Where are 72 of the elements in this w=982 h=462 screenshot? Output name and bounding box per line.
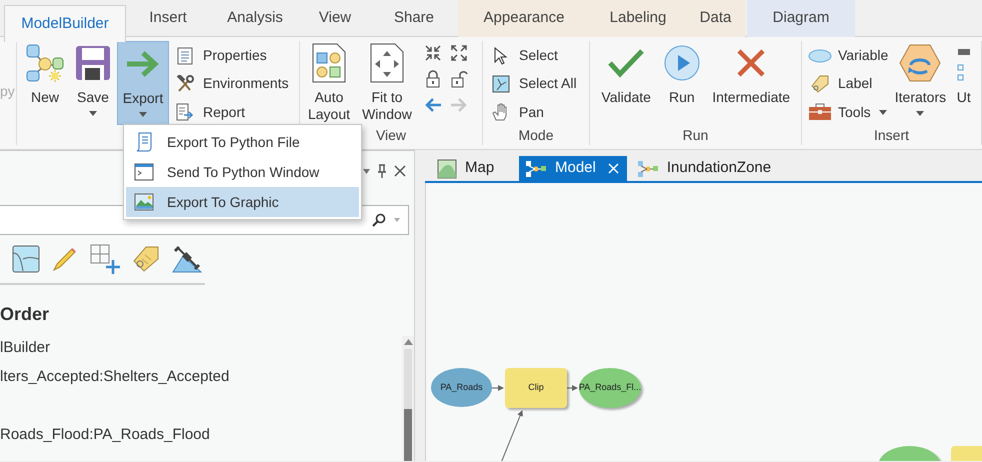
ribbon-tab[interactable]: Insert <box>126 0 210 37</box>
map-icon <box>437 158 457 178</box>
map-polygon-icon[interactable] <box>12 245 40 273</box>
console-window-icon <box>134 163 154 181</box>
ribbon-button[interactable]: Auto Layout <box>304 41 354 125</box>
group-label: View <box>376 126 406 144</box>
pencil-icon[interactable] <box>52 246 78 272</box>
ribbon-button[interactable]: Ut <box>950 41 977 125</box>
ribbon-button[interactable]: Report <box>173 100 289 125</box>
tag-icon[interactable] <box>132 245 160 273</box>
ribbon-button[interactable]: Fit to Window <box>356 41 418 125</box>
group-label: Insert <box>874 126 909 144</box>
menu-item[interactable]: Export To Graphic <box>126 187 359 217</box>
ribbon-tab[interactable]: ModelBuilder <box>4 5 126 42</box>
pane-options-caret-icon[interactable] <box>363 168 370 174</box>
list-item[interactable]: lters_Accepted:Shelters_Accepted <box>0 368 230 385</box>
list-item[interactable]: lBuilder <box>0 339 50 356</box>
ribbon-button[interactable]: Pan <box>489 100 577 125</box>
script-icon <box>134 132 154 152</box>
ribbon-button[interactable]: Label <box>808 71 888 97</box>
clipped-ribbon-label: py <box>0 82 15 101</box>
ribbon-tab[interactable]: Diagram <box>747 0 855 37</box>
ribbon-tab[interactable]: View <box>300 0 370 37</box>
document-tab[interactable]: InundationZone <box>630 156 780 181</box>
group-label: Run <box>682 126 708 144</box>
search-icon <box>372 213 386 227</box>
document-tab[interactable]: Map <box>431 156 515 181</box>
document-tab[interactable]: Model <box>519 156 627 181</box>
ribbon-button[interactable]: Tools <box>808 100 888 125</box>
hexagon-loop-icon <box>899 43 942 83</box>
ribbon-button[interactable]: Environments <box>173 71 289 97</box>
oval-icon <box>808 48 832 63</box>
toolbox-icon <box>808 103 832 122</box>
pin-icon[interactable] <box>376 164 388 178</box>
ribbon-button[interactable]: Save <box>71 41 115 125</box>
ribbon-tab[interactable]: Share <box>370 0 458 37</box>
list-item[interactable]: Roads_Flood:PA_Roads_Flood <box>0 426 210 443</box>
data-node: PA_Roads <box>431 368 492 407</box>
ribbon-tab[interactable]: Data <box>686 0 745 37</box>
connector-arrow <box>500 410 523 461</box>
ribbon-button[interactable]: Select All <box>489 71 577 97</box>
close-icon[interactable] <box>394 165 406 177</box>
caret-icon <box>394 218 400 222</box>
ribbon-button[interactable]: Intermediate <box>705 41 797 125</box>
landscape-image-icon <box>134 193 154 211</box>
play-icon <box>664 43 700 83</box>
ribbon-button[interactable]: Validate <box>594 41 658 125</box>
fit-page-icon <box>369 43 405 83</box>
ribbon-tab[interactable]: Analysis <box>210 0 300 37</box>
tool-node: Clip <box>505 368 567 408</box>
ribbon-button[interactable]: Variable <box>808 43 888 68</box>
connector-arrow <box>492 385 504 391</box>
ribbon-button[interactable]: Run <box>660 41 704 125</box>
section-heading: Order <box>0 303 50 325</box>
node-graph-icon <box>25 43 65 83</box>
grid-plus-icon[interactable] <box>90 244 120 274</box>
connector-arrow <box>566 385 578 391</box>
model-diagram-icon <box>636 160 659 178</box>
ribbon-tab[interactable]: Labeling <box>590 0 686 37</box>
ribbon-button[interactable]: Iterators <box>892 41 949 125</box>
group-label: Mode <box>518 126 554 144</box>
model-diagram-icon <box>525 160 547 178</box>
scrollbar[interactable] <box>402 336 414 461</box>
satellite-icon[interactable] <box>172 245 202 273</box>
ribbon-button[interactable]: Properties <box>173 43 289 68</box>
ribbon-button[interactable]: Select <box>489 43 577 68</box>
ribbon-button[interactable]: New <box>21 41 69 125</box>
scroll-up-arrow-icon[interactable] <box>404 339 412 345</box>
data-node: PA_Roads_Fl... <box>579 368 641 408</box>
ribbon-button[interactable]: Export <box>117 41 169 125</box>
ribbon-tab[interactable]: Appearance <box>458 0 590 37</box>
layout-page-icon <box>311 43 347 83</box>
